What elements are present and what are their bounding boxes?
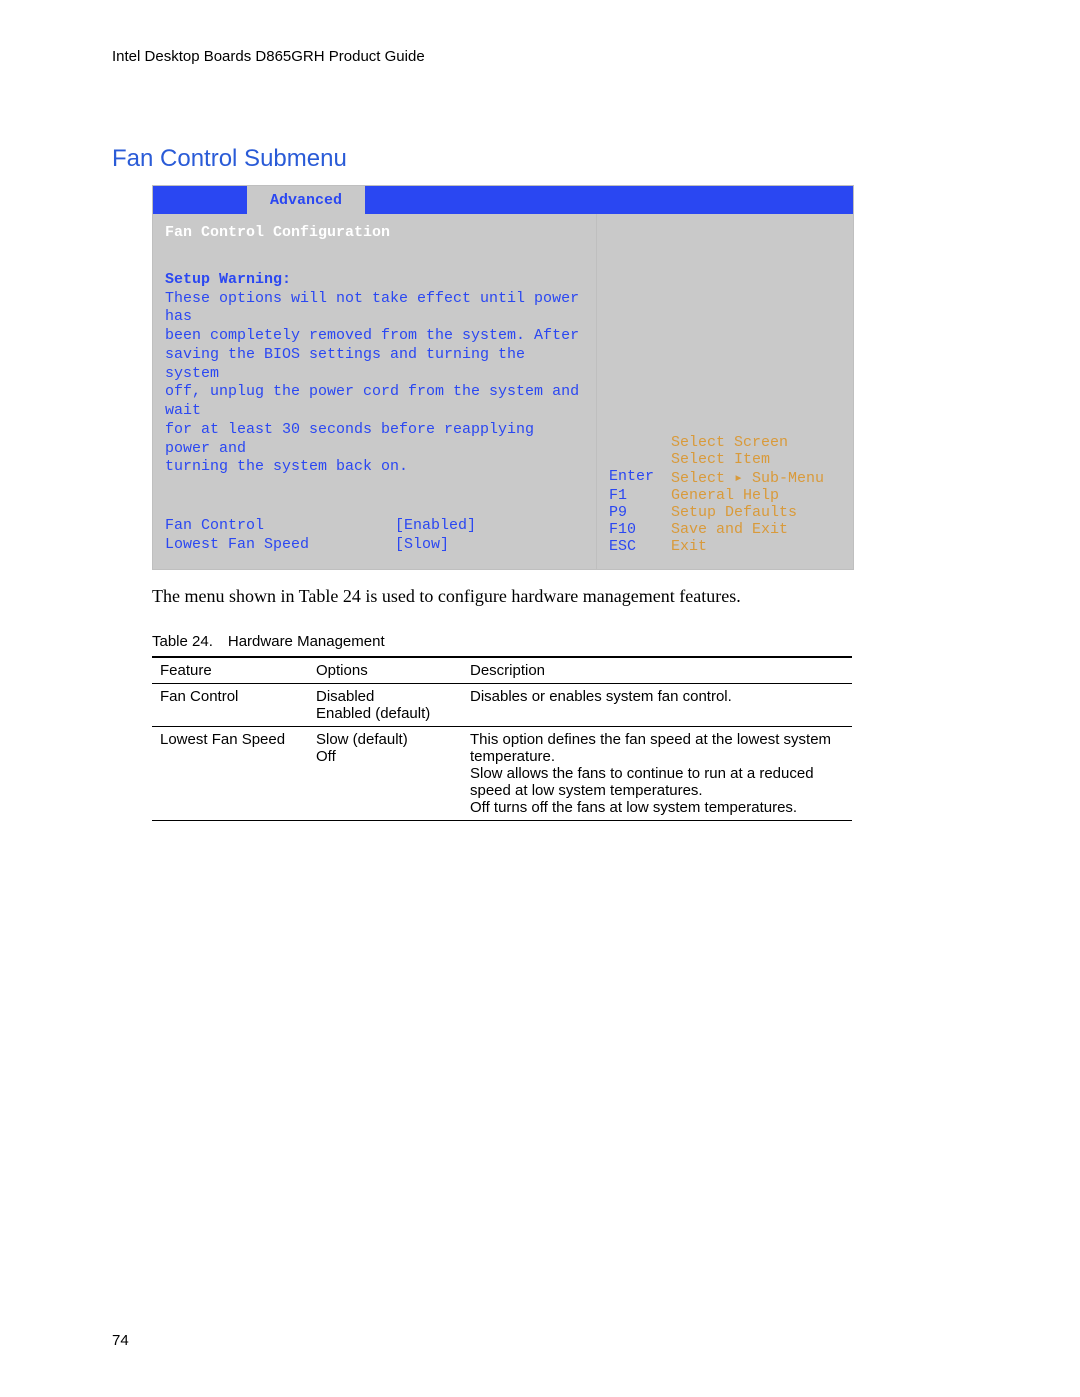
help-key	[609, 434, 671, 451]
bios-setting-label: Lowest Fan Speed	[165, 536, 395, 555]
help-key: P9	[609, 504, 671, 521]
help-key	[609, 451, 671, 468]
bios-tab-advanced: Advanced	[247, 186, 365, 214]
help-key: F10	[609, 521, 671, 538]
bios-help-block: Select Screen Select Item EnterSelect ▸ …	[609, 434, 841, 555]
bios-setting-row: Fan Control [Enabled]	[165, 517, 584, 536]
section-title: Fan Control Submenu	[112, 145, 968, 173]
bios-tabbar: Advanced	[153, 186, 853, 214]
bios-setting-row: Lowest Fan Speed [Slow]	[165, 536, 584, 555]
bios-setting-value: [Enabled]	[395, 517, 476, 536]
help-key: F1	[609, 487, 671, 504]
bios-subtitle: Fan Control Configuration	[165, 224, 584, 243]
tab-spacer	[365, 186, 853, 214]
bios-left-pane: Fan Control Configuration Setup Warning:…	[153, 214, 596, 569]
hardware-management-table: Feature Options Description Fan Control …	[152, 656, 852, 821]
bios-warning-body: These options will not take effect until…	[165, 290, 584, 478]
bios-right-pane: Select Screen Select Item EnterSelect ▸ …	[596, 214, 853, 569]
cell-feature: Lowest Fan Speed	[152, 726, 308, 820]
help-action: General Help	[671, 487, 779, 504]
th-description: Description	[462, 657, 852, 684]
cell-description: Disables or enables system fan control.	[462, 683, 852, 726]
help-action: Exit	[671, 538, 707, 555]
th-options: Options	[308, 657, 462, 684]
help-key: Enter	[609, 468, 671, 487]
help-action: Setup Defaults	[671, 504, 797, 521]
help-key: ESC	[609, 538, 671, 555]
cell-options: Slow (default) Off	[308, 726, 462, 820]
cell-description: This option defines the fan speed at the…	[462, 726, 852, 820]
page-number: 74	[112, 1332, 129, 1349]
table-caption: Table 24. Hardware Management	[152, 633, 968, 650]
bios-warning-head: Setup Warning:	[165, 271, 584, 290]
running-header: Intel Desktop Boards D865GRH Product Gui…	[112, 48, 968, 65]
help-action: Save and Exit	[671, 521, 788, 538]
tab-spacer	[153, 186, 247, 214]
table-row: Fan Control Disabled Enabled (default) D…	[152, 683, 852, 726]
bios-setting-value: [Slow]	[395, 536, 449, 555]
table-row: Lowest Fan Speed Slow (default) Off This…	[152, 726, 852, 820]
bios-setting-label: Fan Control	[165, 517, 395, 536]
help-action: Select Screen	[671, 434, 788, 451]
cell-options: Disabled Enabled (default)	[308, 683, 462, 726]
figure-caption: The menu shown in Table 24 is used to co…	[152, 586, 968, 607]
bios-screen: Advanced Fan Control Configuration Setup…	[152, 185, 854, 570]
cell-feature: Fan Control	[152, 683, 308, 726]
help-action: Select Item	[671, 451, 770, 468]
th-feature: Feature	[152, 657, 308, 684]
help-action: Select ▸ Sub-Menu	[671, 468, 824, 487]
